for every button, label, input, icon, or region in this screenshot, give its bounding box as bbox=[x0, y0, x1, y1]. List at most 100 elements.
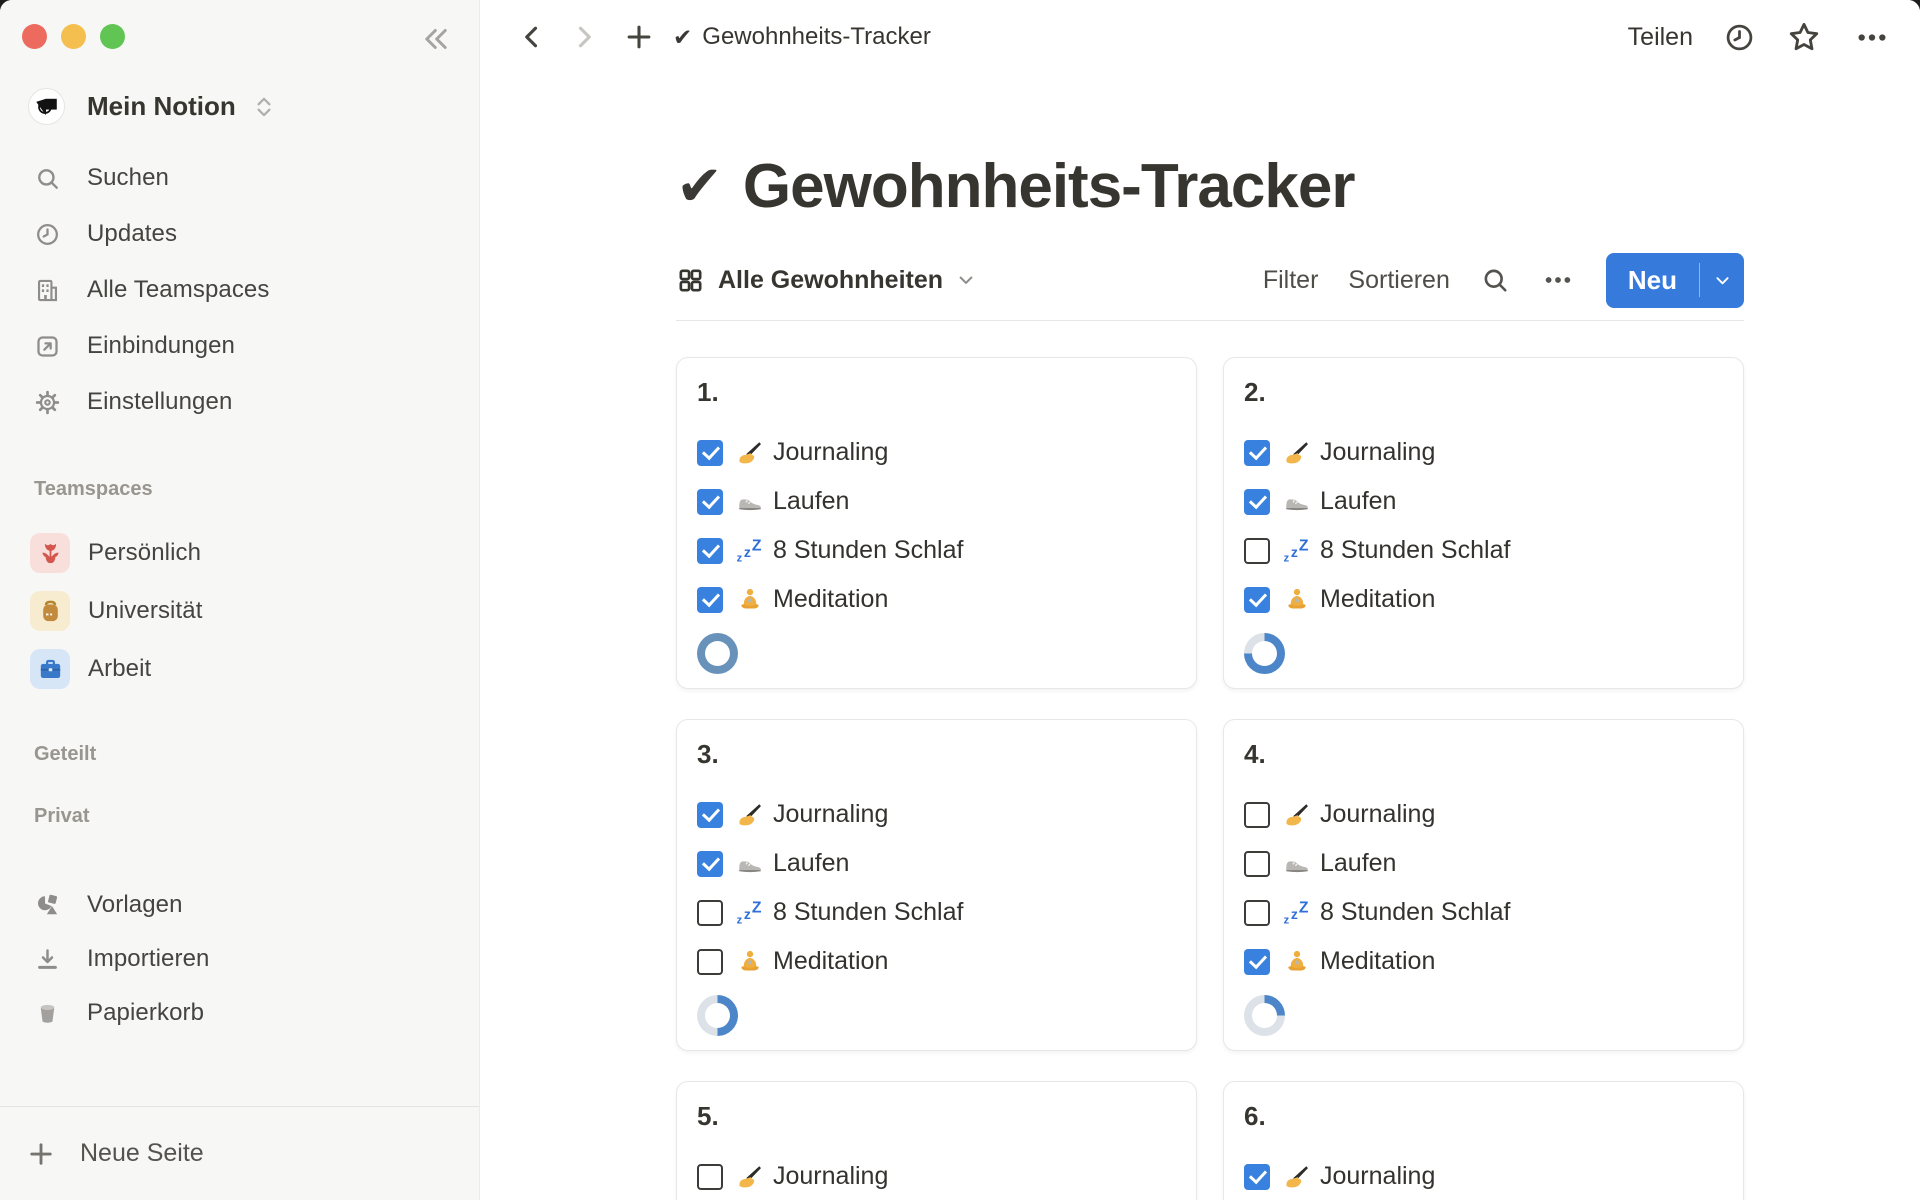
habit-checkbox[interactable] bbox=[1244, 900, 1270, 926]
habit-row: 8 Stunden Schlaf bbox=[1244, 526, 1723, 575]
habit-checkbox[interactable] bbox=[1244, 489, 1270, 515]
workspace-logo-icon bbox=[28, 88, 65, 125]
habit-checkbox[interactable] bbox=[1244, 1164, 1270, 1190]
view-actions: Filter Sortieren Neu bbox=[1263, 253, 1744, 308]
writing-hand-icon bbox=[736, 801, 764, 829]
meditation-lotus-icon bbox=[1283, 586, 1311, 614]
habit-card[interactable]: 3. Journaling Laufen bbox=[676, 719, 1197, 1051]
card-title[interactable]: 3. bbox=[697, 738, 1176, 770]
habit-checkbox[interactable] bbox=[697, 1164, 723, 1190]
section-header-geteilt[interactable]: Geteilt bbox=[34, 743, 96, 766]
new-entry-dropdown[interactable] bbox=[1700, 271, 1744, 290]
sidebar-item-persoenlich[interactable]: Persönlich bbox=[0, 524, 479, 582]
habit-checkbox[interactable] bbox=[697, 587, 723, 613]
habit-label: Laufen bbox=[773, 849, 849, 878]
habit-checkbox[interactable] bbox=[697, 538, 723, 564]
habit-card[interactable]: 6. Journaling bbox=[1223, 1081, 1744, 1200]
habit-row: Journaling bbox=[1244, 428, 1723, 477]
building-icon bbox=[34, 277, 61, 304]
chevron-down-icon bbox=[1713, 271, 1732, 290]
habit-row: Laufen bbox=[1244, 477, 1723, 526]
habit-checkbox[interactable] bbox=[1244, 851, 1270, 877]
habit-card[interactable]: 2. Journaling Laufen bbox=[1223, 357, 1744, 689]
sidebar-item-alle-teamspaces[interactable]: Alle Teamspaces bbox=[0, 262, 479, 318]
habit-label: 8 Stunden Schlaf bbox=[773, 536, 963, 565]
habit-row: Meditation bbox=[697, 575, 1176, 624]
habit-checkbox[interactable] bbox=[697, 900, 723, 926]
habit-row: Journaling bbox=[697, 428, 1176, 477]
progress-ring bbox=[1244, 633, 1285, 674]
back-icon[interactable] bbox=[517, 22, 547, 52]
sort-button[interactable]: Sortieren bbox=[1348, 266, 1449, 295]
sidebar-item-label: Suchen bbox=[87, 164, 169, 192]
habit-checkbox[interactable] bbox=[697, 489, 723, 515]
section-header-teamspaces[interactable]: Teamspaces bbox=[34, 478, 153, 501]
writing-hand-icon bbox=[736, 1163, 764, 1191]
more-options-icon[interactable] bbox=[1540, 265, 1576, 295]
habit-checkbox[interactable] bbox=[1244, 587, 1270, 613]
new-entry-button[interactable]: Neu bbox=[1606, 265, 1699, 296]
habit-checkbox[interactable] bbox=[1244, 802, 1270, 828]
card-title[interactable]: 5. bbox=[697, 1100, 1176, 1132]
sidebar-item-importieren[interactable]: Importieren bbox=[0, 932, 479, 986]
habit-checkbox[interactable] bbox=[697, 949, 723, 975]
habit-checkbox[interactable] bbox=[697, 440, 723, 466]
page-title[interactable]: ✔ Gewohnheits-Tracker bbox=[676, 146, 1744, 226]
card-title[interactable]: 4. bbox=[1244, 738, 1723, 770]
progress-ring bbox=[697, 995, 738, 1036]
clock-icon bbox=[34, 221, 61, 248]
habit-row: Journaling bbox=[1244, 1152, 1723, 1200]
topbar: ✔ Gewohnheits-Tracker Teilen bbox=[481, 0, 1920, 74]
favorite-star-icon[interactable] bbox=[1786, 19, 1822, 55]
card-title[interactable]: 2. bbox=[1244, 376, 1723, 408]
gallery-cards: 1. Journaling Laufen bbox=[676, 357, 1744, 1200]
habit-row: Laufen bbox=[697, 839, 1176, 888]
sidebar-item-suchen[interactable]: Suchen bbox=[0, 150, 479, 206]
sidebar-item-papierkorb[interactable]: Papierkorb bbox=[0, 986, 479, 1040]
running-shoe-icon bbox=[1283, 488, 1311, 516]
trash-icon bbox=[34, 1000, 61, 1027]
forward-icon[interactable] bbox=[569, 22, 599, 52]
filter-button[interactable]: Filter bbox=[1263, 266, 1319, 295]
sidebar-item-vorlagen[interactable]: Vorlagen bbox=[0, 878, 479, 932]
habit-checkbox[interactable] bbox=[697, 851, 723, 877]
habit-card[interactable]: 1. Journaling Laufen bbox=[676, 357, 1197, 689]
habit-checkbox[interactable] bbox=[1244, 949, 1270, 975]
more-options-icon[interactable] bbox=[1852, 21, 1892, 54]
new-entry-split-button[interactable]: Neu bbox=[1606, 253, 1744, 308]
workspace-switcher[interactable]: Mein Notion bbox=[28, 88, 274, 125]
card-title[interactable]: 1. bbox=[697, 376, 1176, 408]
new-page-label: Neue Seite bbox=[80, 1139, 204, 1168]
habit-checkbox[interactable] bbox=[1244, 440, 1270, 466]
breadcrumb[interactable]: ✔ Gewohnheits-Tracker bbox=[673, 23, 931, 51]
minimize-window-button[interactable] bbox=[61, 24, 86, 49]
section-header-privat[interactable]: Privat bbox=[34, 805, 90, 828]
plus-icon bbox=[26, 1139, 56, 1169]
habit-card[interactable]: 4. Journaling Laufen bbox=[1223, 719, 1744, 1051]
habit-checkbox[interactable] bbox=[697, 802, 723, 828]
share-button[interactable]: Teilen bbox=[1628, 23, 1693, 52]
add-page-icon[interactable] bbox=[623, 21, 655, 53]
page-title-check-icon[interactable]: ✔ bbox=[676, 158, 723, 214]
import-download-icon bbox=[34, 946, 61, 973]
topbar-actions: Teilen bbox=[1628, 19, 1892, 55]
habit-card[interactable]: 5. Journaling bbox=[676, 1081, 1197, 1200]
habit-checkbox[interactable] bbox=[1244, 538, 1270, 564]
sidebar-item-arbeit[interactable]: Arbeit bbox=[0, 640, 479, 698]
new-page-button[interactable]: Neue Seite bbox=[0, 1106, 479, 1200]
view-name: Alle Gewohnheiten bbox=[718, 266, 943, 295]
sidebar-item-updates[interactable]: Updates bbox=[0, 206, 479, 262]
zoom-window-button[interactable] bbox=[100, 24, 125, 49]
sidebar-item-universitaet[interactable]: Universität bbox=[0, 582, 479, 640]
writing-hand-icon bbox=[1283, 439, 1311, 467]
sidebar-item-einstellungen[interactable]: Einstellungen bbox=[0, 374, 479, 430]
zzz-sleep-icon bbox=[736, 537, 764, 565]
search-icon[interactable] bbox=[1480, 265, 1510, 295]
sidebar-item-einbindungen[interactable]: Einbindungen bbox=[0, 318, 479, 374]
close-window-button[interactable] bbox=[22, 24, 47, 49]
card-title[interactable]: 6. bbox=[1244, 1100, 1723, 1132]
collapse-sidebar-icon[interactable] bbox=[419, 22, 453, 56]
history-clock-icon[interactable] bbox=[1723, 21, 1756, 54]
habit-label: 8 Stunden Schlaf bbox=[773, 898, 963, 927]
view-switcher[interactable]: Alle Gewohnheiten bbox=[676, 266, 976, 295]
